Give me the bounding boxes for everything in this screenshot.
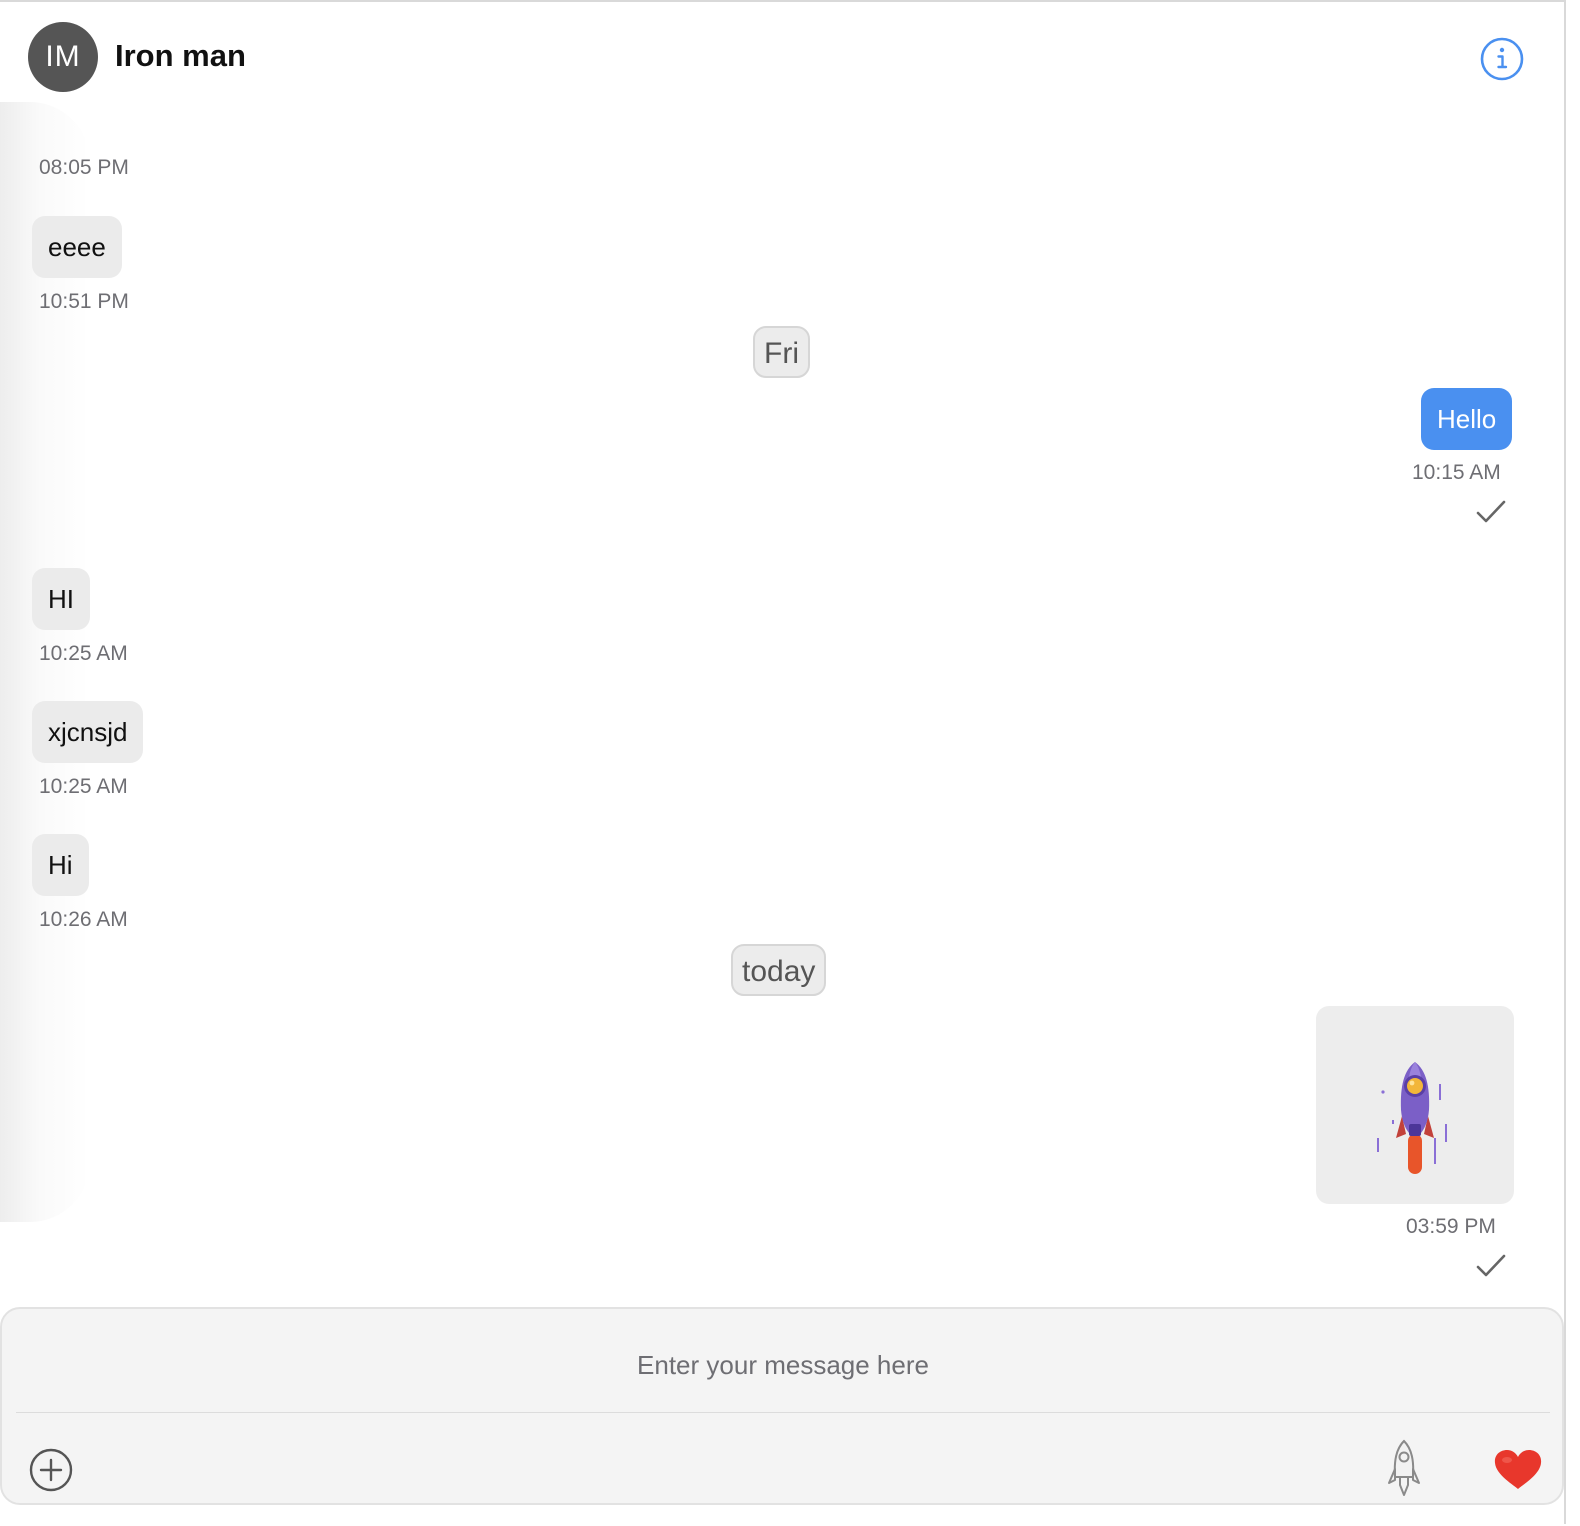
incoming-message[interactable]: Hi: [32, 834, 89, 896]
rocket-sticker-icon: [1377, 1062, 1447, 1174]
message-timestamp: 10:25 AM: [39, 642, 128, 665]
incoming-message[interactable]: HI: [32, 568, 90, 630]
info-icon[interactable]: [1479, 36, 1525, 82]
plus-circle-icon[interactable]: [28, 1447, 74, 1493]
heart-icon[interactable]: [1492, 1449, 1544, 1491]
message-input[interactable]: [16, 1321, 1550, 1409]
chat-window: IM Iron man 08:05 PM eeee 10:51 PM Fri H…: [0, 0, 1566, 1524]
contact-name[interactable]: Iron man: [115, 38, 246, 74]
avatar[interactable]: IM: [28, 22, 98, 92]
rocket-icon[interactable]: [1384, 1437, 1424, 1501]
message-timestamp: 10:51 PM: [39, 290, 129, 313]
message-timestamp: 08:05 PM: [39, 156, 129, 179]
checkmark-icon: [1476, 499, 1506, 525]
incoming-message[interactable]: xjcnsjd: [32, 701, 144, 763]
checkmark-icon: [1476, 1253, 1506, 1279]
message-timestamp: 10:15 AM: [1412, 461, 1501, 484]
message-timestamp: 10:26 AM: [39, 908, 128, 931]
message-timestamp: 03:59 PM: [1406, 1215, 1496, 1238]
incoming-message[interactable]: eeee: [32, 216, 122, 278]
composer-divider: [16, 1412, 1550, 1413]
message-composer: [0, 1307, 1564, 1505]
message-thread[interactable]: 08:05 PM eeee 10:51 PM Fri Hello 10:15 A…: [0, 114, 1564, 1306]
date-separator: today: [731, 944, 827, 996]
sticker-message[interactable]: [1316, 1006, 1514, 1204]
outgoing-message[interactable]: Hello: [1421, 388, 1513, 450]
chat-header: IM Iron man: [0, 2, 1564, 114]
message-timestamp: 10:25 AM: [39, 775, 128, 798]
date-separator: Fri: [753, 326, 810, 378]
